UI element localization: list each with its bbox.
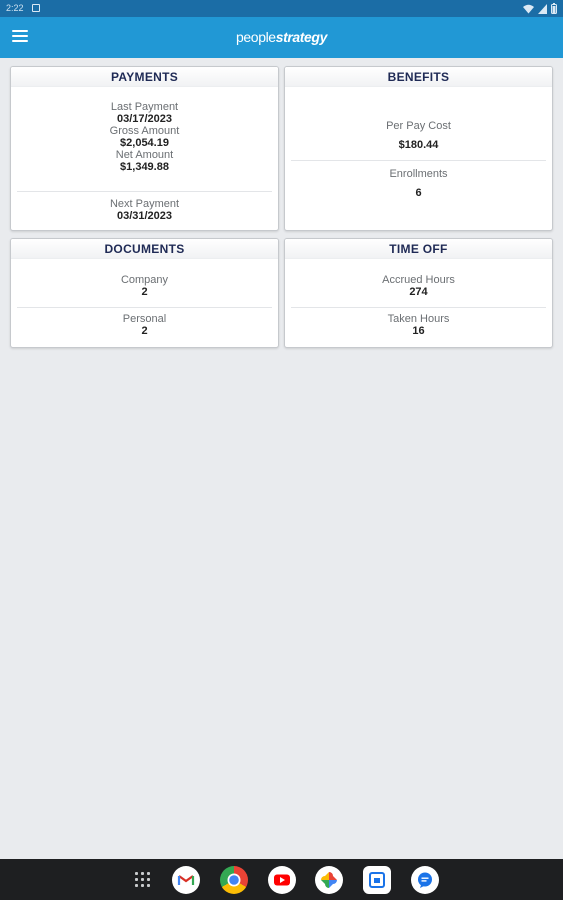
taken-hours-value: 16 xyxy=(412,325,425,337)
company-documents-value: 2 xyxy=(141,286,148,298)
divider xyxy=(17,307,272,308)
last-payment-value: 03/17/2023 xyxy=(116,113,173,125)
signal-icon xyxy=(538,3,547,14)
photos-icon[interactable] xyxy=(315,866,343,894)
payments-title: PAYMENTS xyxy=(11,67,278,87)
messages-icon[interactable] xyxy=(411,866,439,894)
battery-icon xyxy=(551,3,557,14)
wifi-icon xyxy=(523,4,534,13)
benefits-title: BENEFITS xyxy=(285,67,552,87)
enrollments-label: Enrollments xyxy=(389,168,448,180)
personal-documents-value: 2 xyxy=(141,325,148,337)
accrued-hours-value: 274 xyxy=(409,286,428,298)
files-icon[interactable] xyxy=(363,866,391,894)
chrome-icon[interactable] xyxy=(220,866,248,894)
time-off-card[interactable]: TIME OFF Accrued Hours 274 Taken Hours 1… xyxy=(284,238,553,348)
status-bar: 2:22 xyxy=(0,0,563,17)
personal-documents-label: Personal xyxy=(122,313,167,325)
gross-amount-value: $2,054.19 xyxy=(120,137,169,149)
app-drawer-icon[interactable] xyxy=(135,872,150,887)
next-payment-label: Next Payment xyxy=(109,198,180,210)
notification-icon xyxy=(32,4,40,12)
divider xyxy=(291,160,546,161)
company-documents-label: Company xyxy=(120,274,169,286)
benefits-card[interactable]: BENEFITS Per Pay Cost $180.44 Enrollment… xyxy=(284,66,553,231)
net-amount-value: $1,349.88 xyxy=(120,161,169,173)
divider xyxy=(291,307,546,308)
taken-hours-label: Taken Hours xyxy=(387,313,450,325)
status-time: 2:22 xyxy=(6,3,24,13)
documents-card[interactable]: DOCUMENTS Company 2 Personal 2 xyxy=(10,238,279,348)
app-bar: peoplestrategy xyxy=(0,17,563,58)
net-amount-label: Net Amount xyxy=(115,149,174,161)
next-payment-value: 03/31/2023 xyxy=(116,210,173,222)
payments-card[interactable]: PAYMENTS Last Payment 03/17/2023 Gross A… xyxy=(10,66,279,231)
per-pay-cost-value: $180.44 xyxy=(398,139,439,151)
divider xyxy=(17,191,272,192)
gmail-icon[interactable] xyxy=(172,866,200,894)
status-icons xyxy=(523,3,557,14)
accrued-hours-label: Accrued Hours xyxy=(382,274,455,286)
gross-amount-label: Gross Amount xyxy=(109,125,180,137)
documents-title: DOCUMENTS xyxy=(11,239,278,259)
youtube-icon[interactable] xyxy=(268,866,296,894)
per-pay-cost-label: Per Pay Cost xyxy=(386,120,451,132)
time-off-title: TIME OFF xyxy=(285,239,552,259)
taskbar xyxy=(0,859,563,900)
enrollments-value: 6 xyxy=(415,187,422,199)
last-payment-label: Last Payment xyxy=(110,101,179,113)
people-strategy-logo: peoplestrategy xyxy=(236,29,327,45)
